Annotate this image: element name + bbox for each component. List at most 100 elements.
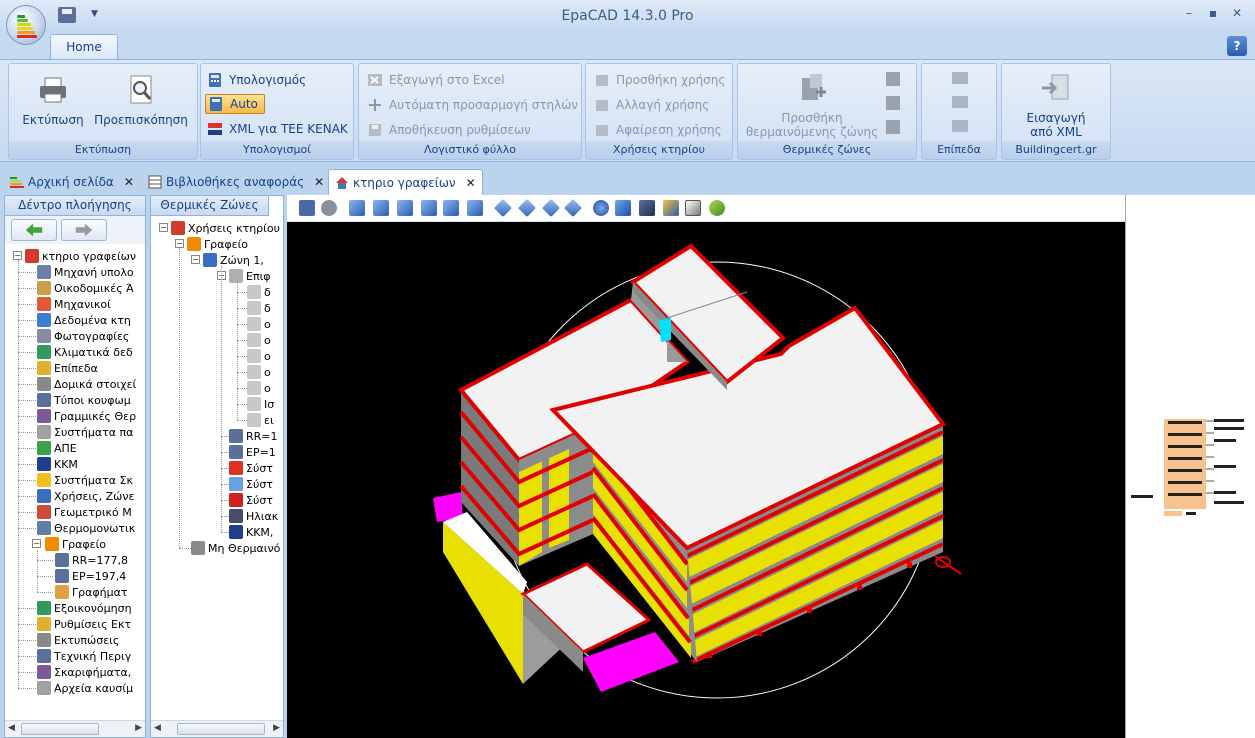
- view-cube-3-icon[interactable]: [397, 200, 413, 216]
- tab-office-building[interactable]: κτηριο γραφείων ✕: [328, 169, 483, 195]
- zone-tree-system[interactable]: Ηλιακ: [229, 508, 278, 524]
- tree-expander-icon[interactable]: −: [175, 239, 184, 248]
- print-view-icon[interactable]: [321, 200, 337, 216]
- iso-view-1-icon[interactable]: [493, 198, 513, 218]
- zone-tree-surface[interactable]: ει: [247, 412, 274, 428]
- iso-view-3-icon[interactable]: [541, 198, 561, 218]
- close-tab-icon[interactable]: ✕: [314, 175, 324, 189]
- back-button[interactable]: [11, 219, 57, 241]
- print-preview-button[interactable]: Προεπισκόπηση: [89, 74, 193, 127]
- tab-reference-libraries[interactable]: Βιβλιοθήκες αναφοράς ✕: [142, 169, 330, 195]
- calculate-button[interactable]: Υπολογισμός: [207, 70, 306, 90]
- view-cube-2-icon[interactable]: [373, 200, 389, 216]
- zone-tree-surface[interactable]: ο: [247, 316, 271, 332]
- tree-expander-icon[interactable]: −: [191, 255, 200, 264]
- tree-item[interactable]: Εξοικονόμηση: [37, 600, 132, 616]
- zone-tool-2-icon[interactable]: [886, 96, 900, 110]
- maximize-button[interactable]: ▪: [1202, 6, 1224, 24]
- tab-home[interactable]: Home: [50, 34, 118, 60]
- tree-item[interactable]: ΑΠΕ: [37, 440, 77, 456]
- tree-item[interactable]: Θερμομονωτικ: [37, 520, 135, 536]
- iso-view-4-icon[interactable]: [563, 198, 583, 218]
- render-view-icon[interactable]: [663, 200, 679, 216]
- scroll-right-icon[interactable]: ▶: [135, 723, 142, 733]
- export-excel-button[interactable]: Εξαγωγή στο Excel: [367, 70, 505, 90]
- remove-use-button[interactable]: Αφαίρεση χρήσης: [594, 120, 722, 140]
- zone-tree-surface[interactable]: ο: [247, 364, 271, 380]
- save-view-icon[interactable]: [299, 200, 315, 216]
- horizontal-scrollbar[interactable]: ◀ ▶: [5, 720, 145, 737]
- tree-item[interactable]: Δομικά στοιχεί: [37, 376, 136, 392]
- iso-view-2-icon[interactable]: [517, 198, 537, 218]
- scroll-left-icon[interactable]: ◀: [154, 723, 161, 733]
- horizontal-scrollbar[interactable]: ◀ ▶: [151, 720, 283, 737]
- forward-button[interactable]: [61, 219, 107, 241]
- tree-item[interactable]: Επίπεδα: [37, 360, 98, 376]
- tree-item[interactable]: Αρχεία καυσίμ: [37, 680, 133, 696]
- tree-item[interactable]: Κλιματικά δεδ: [37, 344, 133, 360]
- tree-subitem[interactable]: RR=177,8: [55, 552, 128, 568]
- scrollbar-thumb[interactable]: [21, 723, 99, 735]
- autofit-columns-button[interactable]: Αυτόματη προσαρμογή στηλών: [367, 95, 578, 115]
- zone-tree-unheated[interactable]: Μη Θερμαινό: [191, 540, 280, 556]
- remove-level-icon[interactable]: [952, 120, 968, 132]
- zone-tree-surface[interactable]: Ισ: [247, 396, 274, 412]
- tree-item[interactable]: Δεδομένα κτη: [37, 312, 131, 328]
- application-menu-button[interactable]: [6, 5, 46, 45]
- view-cube-1-icon[interactable]: [349, 200, 365, 216]
- zone-tree-result[interactable]: EP=1: [229, 444, 276, 460]
- tree-root-building[interactable]: κτηριο γραφείων: [25, 248, 136, 264]
- minimize-button[interactable]: –: [1178, 6, 1200, 24]
- tree-item[interactable]: Τεχνική Περιγ: [37, 648, 131, 664]
- zone-tree-zone[interactable]: Ζώνη 1,: [203, 252, 264, 268]
- tree-item[interactable]: Γραμμικές Θερ: [37, 408, 136, 424]
- auto-button[interactable]: Auto: [205, 94, 265, 114]
- tree-item[interactable]: Σκαριφήματα,: [37, 664, 131, 680]
- help-icon[interactable]: ?: [1227, 36, 1247, 56]
- scroll-left-icon[interactable]: ◀: [8, 723, 15, 733]
- zone-tool-3-icon[interactable]: [886, 120, 900, 134]
- zone-tree-surface[interactable]: ο: [247, 348, 271, 364]
- tree-item[interactable]: Εκτυπώσεις: [37, 632, 119, 648]
- tree-item[interactable]: Οικοδομικές Ά: [37, 280, 134, 296]
- import-xml-button[interactable]: Εισαγωγή από XML: [1006, 72, 1106, 139]
- print-button[interactable]: Εκτύπωση: [15, 74, 91, 127]
- wireframe-view-icon[interactable]: [639, 200, 655, 216]
- tree-expander-icon[interactable]: −: [32, 539, 41, 548]
- view-cube-4-icon[interactable]: [421, 200, 437, 216]
- zone-tree-system[interactable]: Σύστ: [229, 476, 273, 492]
- tree-subitem[interactable]: Γραφήματ: [55, 584, 127, 600]
- tree-expander-icon[interactable]: −: [159, 223, 168, 232]
- scrollbar-thumb[interactable]: [177, 723, 265, 735]
- shaded-view-icon[interactable]: [615, 200, 631, 216]
- north-arrow-icon[interactable]: [934, 555, 962, 575]
- close-tab-icon[interactable]: ✕: [124, 175, 134, 189]
- tree-item[interactable]: Συστήματα Σκ: [37, 472, 133, 488]
- scroll-right-icon[interactable]: ▶: [273, 723, 280, 733]
- close-tab-icon[interactable]: ✕: [466, 176, 476, 190]
- tree-item[interactable]: Τύποι κουφωμ: [37, 392, 131, 408]
- zone-tree-system[interactable]: Σύστ: [229, 460, 273, 476]
- zone-tree-surface[interactable]: ο: [247, 332, 271, 348]
- tree-expander-icon[interactable]: −: [13, 251, 22, 260]
- zoom-extents-icon[interactable]: [593, 200, 609, 216]
- add-level-icon[interactable]: [952, 72, 968, 84]
- zone-tree-system[interactable]: Σύστ: [229, 492, 273, 508]
- building-3d-model[interactable]: [287, 222, 1125, 738]
- tree-item[interactable]: ΚΚΜ: [37, 456, 78, 472]
- zone-tree-result[interactable]: RR=1: [229, 428, 278, 444]
- save-settings-button[interactable]: Αποθήκευση ρυθμίσεων: [367, 120, 531, 140]
- layers-view-icon[interactable]: [685, 200, 701, 216]
- zone-tree-surfaces[interactable]: Επιφ: [229, 268, 271, 284]
- zone-tree-surface[interactable]: δ: [247, 300, 271, 316]
- orbit-icon[interactable]: [709, 200, 725, 216]
- close-button[interactable]: ✕: [1226, 6, 1248, 24]
- tree-item[interactable]: Μηχανικοί: [37, 296, 111, 312]
- zone-tree-surface[interactable]: δ: [247, 284, 271, 300]
- zone-tree-use[interactable]: Γραφείο: [187, 236, 248, 252]
- change-use-button[interactable]: Αλλαγή χρήσης: [594, 95, 709, 115]
- tree-item[interactable]: Χρήσεις, Ζώνε: [37, 488, 134, 504]
- tree-item[interactable]: Μηχανή υπολο: [37, 264, 134, 280]
- view-cube-6-icon[interactable]: [467, 200, 483, 216]
- zone-tree-surface[interactable]: ο: [247, 380, 271, 396]
